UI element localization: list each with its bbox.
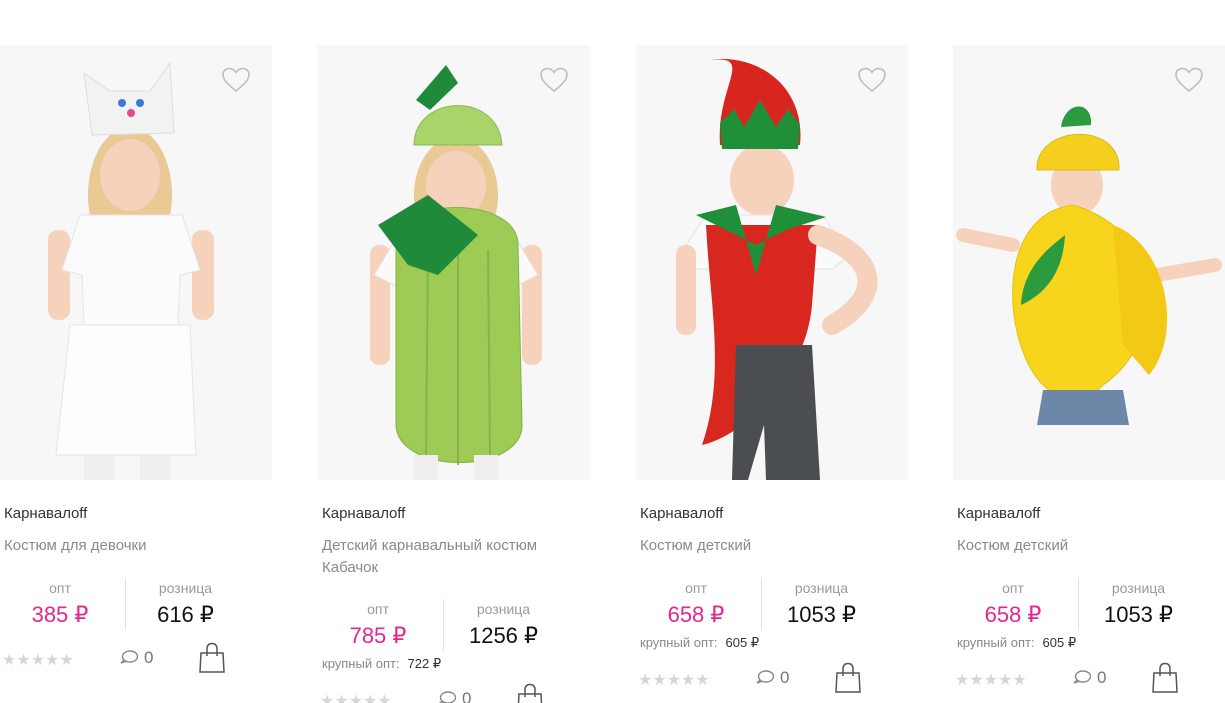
shopping-bag-icon[interactable] [1151, 662, 1179, 694]
speech-bubble-icon [439, 691, 456, 703]
retail-label: розница [476, 601, 531, 617]
wholesale-value: 658 ₽ [667, 602, 725, 627]
product-card: Карнавалoff Костюм детский опт 658 ₽ роз… [953, 0, 1225, 703]
bulk-value: 605 ₽ [725, 635, 760, 650]
wholesale-price: опт 658 ₽ [953, 578, 1073, 628]
product-image[interactable] [318, 45, 590, 480]
comments-count: 0 [462, 689, 472, 703]
comments-link[interactable]: 0 [756, 668, 789, 688]
boy-pepper-costume-illustration [636, 45, 908, 480]
bulk-price: крупный опт: 605 ₽ [640, 635, 759, 651]
retail-price: розница 1053 ₽ [1078, 578, 1198, 630]
boy-lemon-costume-illustration [953, 45, 1225, 480]
wholesale-price: опт 785 ₽ [318, 599, 438, 649]
comments-link[interactable]: 0 [120, 648, 153, 668]
card-footer: ★★★★★ 0 [318, 683, 588, 703]
product-card: Карнавалoff Костюм детский опт 658 ₽ роз… [636, 0, 936, 703]
wholesale-label: опт [49, 580, 71, 596]
product-brand[interactable]: Карнавалoff [957, 505, 1040, 522]
product-image[interactable] [0, 45, 272, 480]
retail-value: 1053 ₽ [786, 602, 857, 627]
product-card: Карнавалoff Костюм для девочки опт 385 ₽… [0, 0, 300, 703]
price-block: опт 785 ₽ розница 1256 ₽ [318, 599, 588, 657]
product-title[interactable]: Детский карнавальный костюм Кабачок [322, 535, 592, 579]
bulk-value: 605 ₽ [1042, 635, 1077, 650]
comments-link[interactable]: 0 [1073, 668, 1106, 688]
product-brand[interactable]: Карнавалoff [4, 505, 87, 522]
product-title[interactable]: Костюм детский [640, 535, 910, 557]
wholesale-label: опт [367, 601, 389, 617]
rating-stars[interactable]: ★★★★★ [320, 691, 392, 703]
rating-stars[interactable]: ★★★★★ [955, 670, 1027, 690]
bulk-value: 722 ₽ [407, 656, 442, 671]
bulk-label: крупный опт: [640, 635, 718, 650]
wholesale-label: опт [1002, 580, 1024, 596]
product-title[interactable]: Костюм детский [957, 535, 1225, 557]
shopping-bag-icon[interactable] [516, 683, 544, 703]
rating-stars[interactable]: ★★★★★ [2, 650, 74, 670]
retail-label: розница [158, 580, 213, 596]
speech-bubble-icon [1073, 670, 1091, 684]
retail-price: розница 616 ₽ [125, 578, 245, 630]
wholesale-value: 658 ₽ [984, 602, 1042, 627]
retail-value: 1053 ₽ [1103, 602, 1174, 627]
wholesale-price: опт 658 ₽ [636, 578, 756, 628]
card-footer: ★★★★★ 0 [0, 642, 270, 674]
heart-outline-icon[interactable] [1175, 67, 1203, 93]
bulk-price: крупный опт: 722 ₽ [322, 656, 441, 672]
comments-count: 0 [1097, 668, 1107, 687]
retail-value: 1256 ₽ [468, 623, 539, 648]
speech-bubble-icon [120, 650, 138, 664]
girl-cat-costume-illustration [0, 45, 272, 480]
wholesale-value: 785 ₽ [349, 623, 407, 648]
product-grid: Карнавалoff Костюм для девочки опт 385 ₽… [0, 0, 1225, 703]
bulk-label: крупный опт: [957, 635, 1035, 650]
wholesale-value: 385 ₽ [31, 602, 89, 627]
wholesale-price: опт 385 ₽ [0, 578, 120, 628]
card-footer: ★★★★★ 0 [953, 662, 1223, 694]
heart-outline-icon[interactable] [858, 67, 886, 93]
price-block: опт 658 ₽ розница 1053 ₽ [953, 578, 1223, 636]
retail-price: розница 1256 ₽ [443, 599, 563, 651]
product-image[interactable] [953, 45, 1225, 480]
bulk-price: крупный опт: 605 ₽ [957, 635, 1076, 651]
price-block: опт 658 ₽ розница 1053 ₽ [636, 578, 906, 636]
product-title[interactable]: Костюм для девочки [4, 535, 274, 557]
girl-zucchini-costume-illustration [318, 45, 590, 480]
comments-count: 0 [780, 668, 790, 687]
heart-outline-icon[interactable] [540, 67, 568, 93]
product-brand[interactable]: Карнавалoff [640, 505, 723, 522]
retail-label: розница [794, 580, 849, 596]
wholesale-label: опт [685, 580, 707, 596]
product-brand[interactable]: Карнавалoff [322, 505, 405, 522]
comments-count: 0 [144, 648, 154, 667]
product-image[interactable] [636, 45, 908, 480]
retail-label: розница [1111, 580, 1166, 596]
card-footer: ★★★★★ 0 [636, 662, 906, 694]
shopping-bag-icon[interactable] [198, 642, 226, 674]
shopping-bag-icon[interactable] [834, 662, 862, 694]
bulk-label: крупный опт: [322, 656, 400, 671]
retail-value: 616 ₽ [157, 602, 214, 627]
speech-bubble-icon [756, 670, 774, 684]
rating-stars[interactable]: ★★★★★ [638, 670, 710, 690]
heart-outline-icon[interactable] [222, 67, 250, 93]
retail-price: розница 1053 ₽ [761, 578, 881, 630]
product-card: Карнавалoff Детский карнавальный костюм … [318, 0, 618, 703]
comments-link[interactable]: 0 [438, 689, 471, 703]
price-block: опт 385 ₽ розница 616 ₽ [0, 578, 270, 636]
